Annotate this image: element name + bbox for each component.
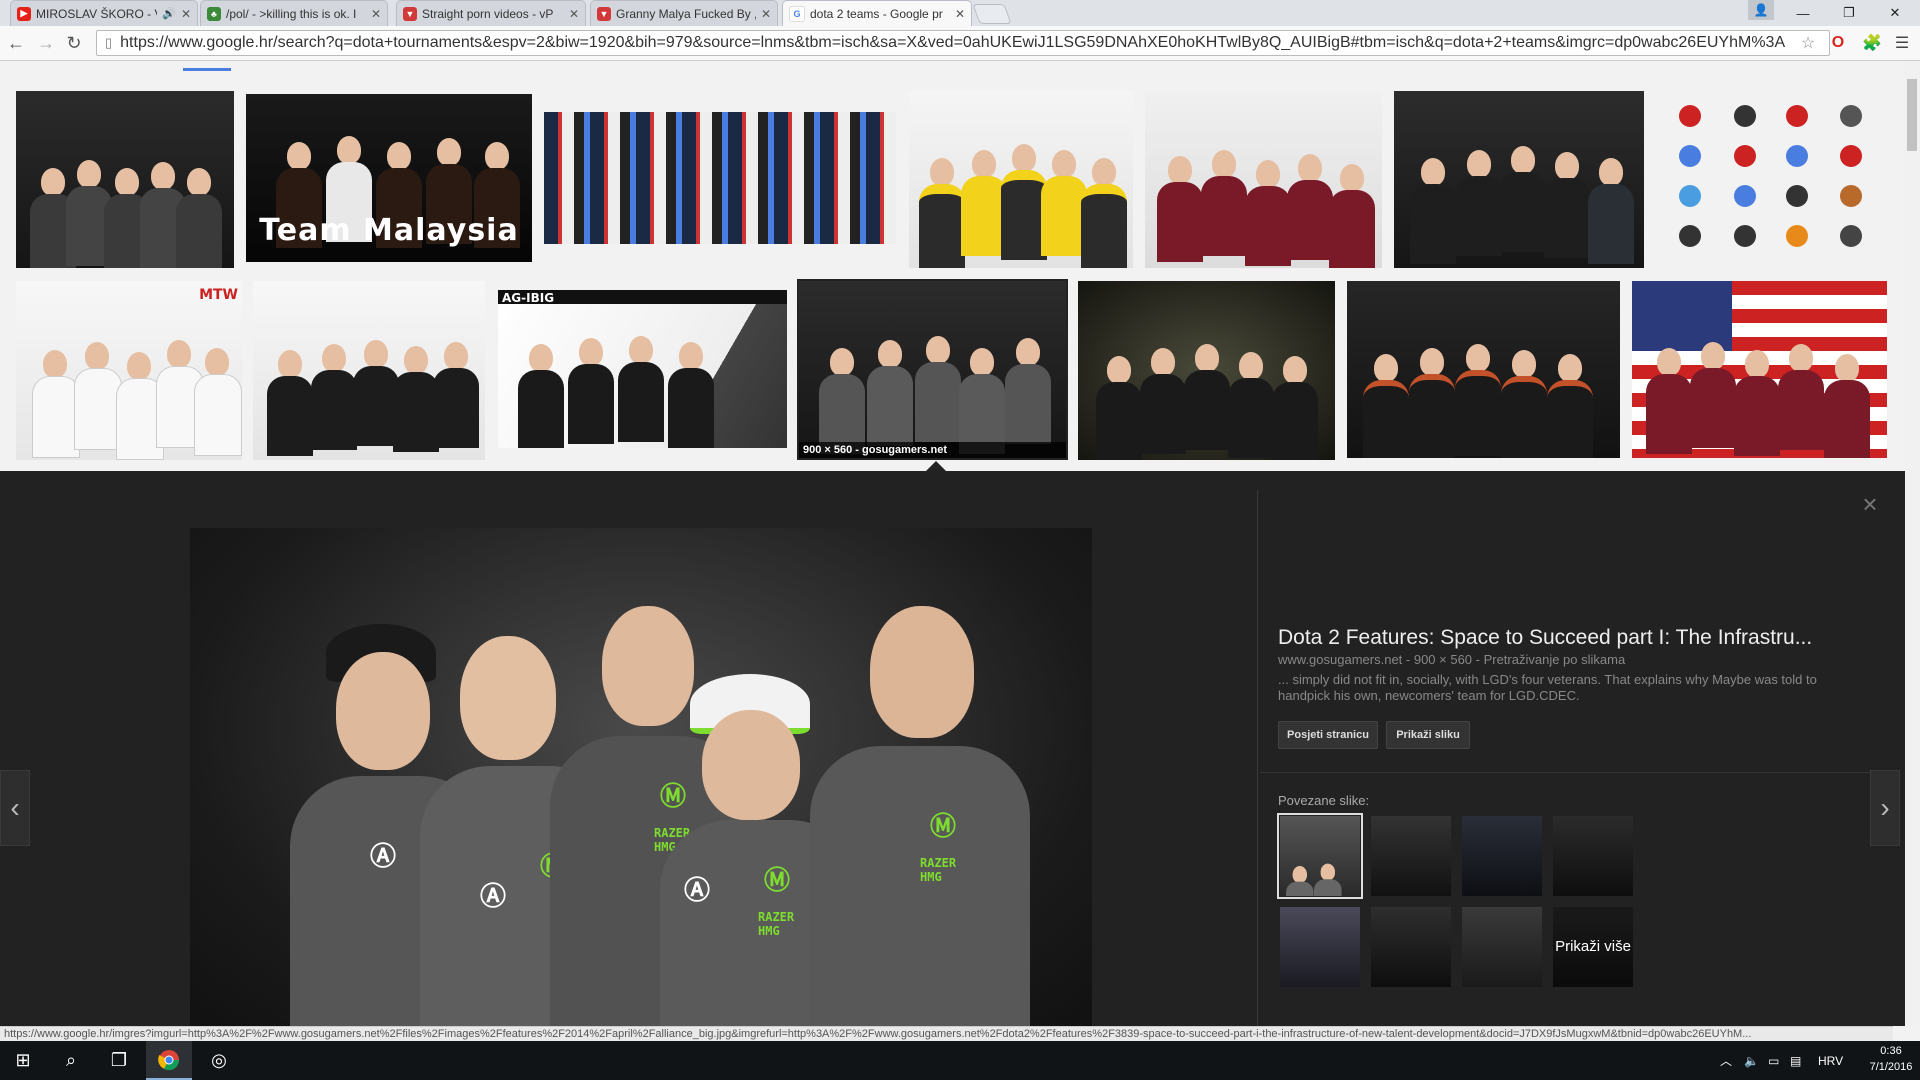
related-images-label: Povezane slike: [1278,793,1370,808]
related-image-thumbnail[interactable] [1280,907,1360,987]
image-size-caption: 900 × 560 - gosugamers.net [799,442,1066,458]
related-image-thumbnail[interactable] [1371,816,1451,896]
app-icon[interactable]: ◎ [196,1041,242,1080]
tab-title: dota 2 teams - Google pr [810,6,943,21]
tray-chevron-icon[interactable]: ︿ [1720,1041,1732,1080]
show-more-button[interactable]: Prikaži više [1553,907,1633,987]
network-icon[interactable]: ▭ [1768,1041,1779,1080]
info-separator [1260,772,1870,773]
tab-close-icon[interactable]: ✕ [569,7,579,21]
browser-tab-pol[interactable]: ♣ /pol/ - >killing this is ok. I ✕ [200,0,388,26]
bookmark-star-icon[interactable]: ☆ [1798,33,1818,53]
clock-time: 0:36 [1880,1045,1902,1057]
close-icon[interactable]: × [1858,489,1882,519]
task-view-icon[interactable]: ❐ [96,1041,142,1080]
notification-icon[interactable]: ▤ [1790,1041,1801,1080]
image-thumbnail[interactable] [1655,91,1887,268]
image-thumbnail[interactable] [1632,281,1887,458]
clock-date: 7/1/2016 [1869,1061,1913,1073]
related-image-thumbnail[interactable] [1462,816,1542,896]
new-tab-button[interactable] [972,4,1012,24]
tab-title: Straight porn videos - vP [422,6,554,21]
browser-toolbar: ← → ↻ ▯ https://www.google.hr/search?q=d… [0,26,1920,61]
browser-tab-youtube[interactable]: ▶ MIROSLAV ŠKORO - V 🔊 ✕ [10,0,198,26]
active-tab-indicator [183,68,231,71]
reload-icon[interactable]: ↻ [62,31,86,55]
system-clock[interactable]: 0:36 7/1/2016 [1862,1043,1920,1075]
image-thumbnail[interactable] [1394,91,1644,268]
ag-ibig-label: AG-IBIG [502,291,555,305]
close-window-button[interactable]: ✕ [1872,0,1918,26]
image-thumbnail-selected[interactable]: 900 × 560 - gosugamers.net [797,279,1068,460]
image-thumbnail[interactable]: Team Malaysia [246,94,532,262]
image-thumbnail[interactable] [16,91,234,268]
team-malaysia-label: Team Malaysia [259,213,519,248]
forward-icon[interactable]: → [34,31,58,55]
back-icon[interactable]: ← [4,31,28,55]
browser-tab-vporn-2[interactable]: ▼ Granny Malya Fucked By , ✕ [590,0,778,26]
browser-tab-google[interactable]: G dota 2 teams - Google pr ✕ [782,0,972,26]
team-logos-grid [1679,105,1862,247]
previous-image-button[interactable]: ‹ [0,770,30,846]
menu-icon[interactable]: ☰ [1892,33,1912,53]
youtube-icon: ▶ [17,6,31,21]
search-icon[interactable]: ⌕ [48,1041,94,1080]
related-image-thumbnail[interactable] [1553,816,1633,896]
tab-close-icon[interactable]: ✕ [761,7,771,21]
image-thumbnail[interactable] [253,281,485,460]
page-icon: ▯ [105,35,113,50]
url-text: https://www.google.hr/search?q=dota+tour… [120,34,1786,51]
vporn-icon: ▼ [597,6,611,21]
clover-icon: ♣ [207,6,221,21]
preview-meta: www.gosugamers.net - 900 × 560 - Pretraž… [1278,652,1626,667]
image-thumbnail[interactable] [1347,281,1620,458]
language-indicator[interactable]: HRV [1818,1041,1843,1080]
scrollbar[interactable] [1905,61,1920,1026]
tab-close-icon[interactable]: ✕ [181,7,191,21]
chrome-icon[interactable] [146,1041,192,1080]
preview-title[interactable]: Dota 2 Features: Space to Succeed part I… [1278,626,1858,650]
minimize-button[interactable]: — [1780,0,1826,26]
vporn-icon: ▼ [403,6,417,21]
tab-title: /pol/ - >killing this is ok. I [226,6,357,21]
tab-close-icon[interactable]: ✕ [371,7,381,21]
profile-icon[interactable]: 👤 [1748,0,1774,20]
opera-icon[interactable]: O [1828,33,1848,53]
image-thumbnail[interactable]: MTW [16,281,242,460]
volume-icon[interactable]: 🔈 [1744,1041,1759,1080]
image-thumbnail[interactable] [909,91,1133,268]
preview-image[interactable]: Ⓐ Ⓐ Ⓜ Ⓜ RAZERHMG Ⓐ Ⓜ RAZERHMG Ⓜ RAZERHMG [190,528,1092,1026]
next-image-button[interactable]: › [1870,770,1900,846]
tab-strip: ▶ MIROSLAV ŠKORO - V 🔊 ✕ ♣ /pol/ - >kill… [0,0,1920,26]
tab-close-icon[interactable]: ✕ [955,7,965,21]
address-bar[interactable]: ▯ https://www.google.hr/search?q=dota+to… [96,30,1830,56]
visit-page-button[interactable]: Posjeti stranicu [1278,721,1378,749]
windows-taskbar: ⊞ ⌕ ❐ ◎ ︿ 🔈 ▭ ▤ HRV 0:36 7/1/2016 [0,1041,1920,1080]
tab-title: MIROSLAV ŠKORO - V [36,6,158,21]
related-image-thumbnail[interactable] [1277,813,1363,899]
preview-description: ... simply did not fit in, socially, wit… [1278,672,1817,703]
selected-indicator-arrow [926,461,946,471]
related-image-thumbnail[interactable] [1371,907,1451,987]
scrollbar-thumb[interactable] [1907,79,1917,151]
image-thumbnail[interactable]: AG-IBIG [498,290,787,448]
show-more-label: Prikaži više [1553,907,1633,987]
mtw-label: MTW [199,287,238,303]
speaker-icon[interactable]: 🔊 [162,7,176,20]
tab-title: Granny Malya Fucked By , [616,6,756,21]
google-icon: G [789,5,805,22]
status-url-bar: https://www.google.hr/imgres?imgurl=http… [0,1026,1893,1041]
image-thumbnail[interactable] [1078,281,1335,460]
panel-divider [1257,490,1258,1026]
image-thumbnail[interactable] [544,112,896,244]
view-image-button[interactable]: Prikaži sliku [1386,721,1470,749]
image-thumbnail[interactable] [1145,91,1382,268]
related-image-thumbnail[interactable] [1462,907,1542,987]
extension-icon[interactable]: 🧩 [1862,33,1882,53]
windows-start-icon[interactable]: ⊞ [0,1041,46,1080]
person-figure: Ⓜ RAZER HMG [810,606,1030,1026]
browser-tab-vporn-1[interactable]: ▼ Straight porn videos - vP ✕ [396,0,586,26]
restore-button[interactable]: ❐ [1826,0,1872,26]
